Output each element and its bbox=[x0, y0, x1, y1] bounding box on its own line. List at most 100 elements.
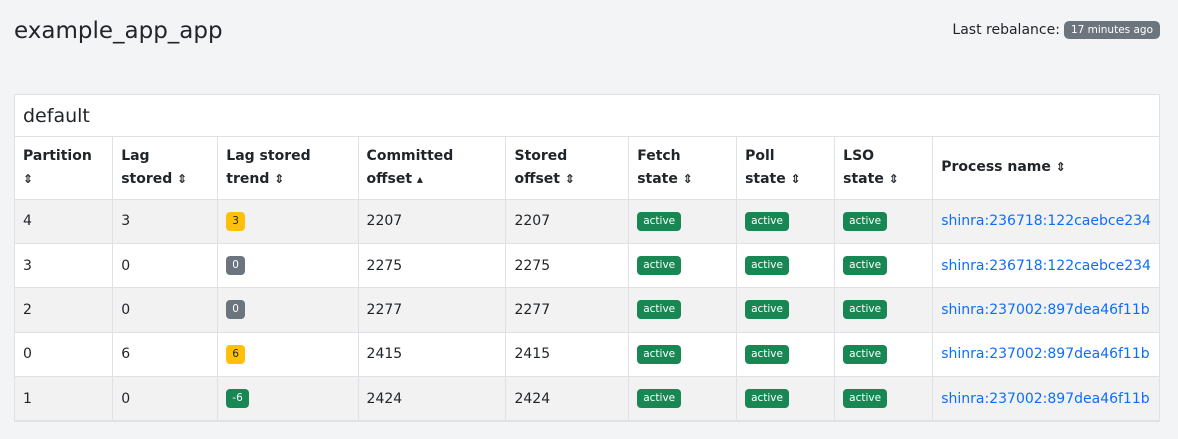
lag-trend-cell: -6 bbox=[217, 376, 359, 422]
page-title: example_app_app bbox=[14, 18, 223, 44]
column-header-label: offset bbox=[366, 170, 413, 187]
column-header-label: Fetch bbox=[637, 147, 681, 164]
column-header-poll-state[interactable]: Poll state ⇕ bbox=[736, 137, 836, 200]
column-header-label: offset bbox=[514, 170, 560, 187]
poll-state-badge: active bbox=[745, 389, 789, 409]
fetch-state-cell: active bbox=[628, 287, 738, 333]
column-header-fetch-state[interactable]: Fetch state ⇕ bbox=[628, 137, 738, 200]
partition-cell: 2 bbox=[15, 287, 114, 333]
poll-state-badge: active bbox=[745, 300, 789, 320]
poll-state-cell: active bbox=[736, 287, 836, 333]
poll-state-cell: active bbox=[736, 332, 836, 378]
table-header-row: Partition ⇕ Lag stored ⇕ Lag stored trend ⇕ C… bbox=[15, 137, 1159, 200]
fetch-state-cell: active bbox=[628, 332, 738, 378]
poll-state-cell: active bbox=[736, 243, 836, 289]
rebalance-time-badge: 17 minutes ago bbox=[1063, 21, 1160, 39]
column-header-label: Stored bbox=[514, 147, 568, 164]
lso-state-cell: active bbox=[834, 199, 934, 244]
sort-icon[interactable]: ⇕ bbox=[23, 172, 33, 186]
fetch-state-badge: active bbox=[637, 300, 682, 320]
process-name-cell: shinra:236718:122caebce234 bbox=[932, 243, 1159, 289]
table-body: 4 3 3 2207 2207 active active active shinra:2367… bbox=[15, 199, 1159, 422]
fetch-state-cell: active bbox=[628, 376, 738, 422]
lag-trend-cell: 0 bbox=[217, 287, 359, 333]
partition-cell: 0 bbox=[15, 332, 114, 378]
column-header-label: Lag stored bbox=[226, 147, 311, 164]
column-header-label: state bbox=[843, 170, 884, 187]
lso-state-cell: active bbox=[834, 332, 934, 378]
lso-state-badge: active bbox=[843, 300, 888, 320]
lag-trend-cell: 6 bbox=[217, 332, 359, 378]
column-header-lag-stored[interactable]: Lag stored ⇕ bbox=[112, 137, 219, 200]
column-header-lag-stored-trend[interactable]: Lag stored trend ⇕ bbox=[217, 137, 359, 200]
sort-icon[interactable]: ▴ bbox=[417, 172, 423, 186]
last-rebalance-label: Last rebalance: bbox=[952, 22, 1060, 38]
column-header-committed-offset[interactable]: Committed offset ▴ bbox=[358, 137, 507, 200]
sort-icon[interactable]: ⇕ bbox=[889, 172, 899, 186]
table-row: 4 3 3 2207 2207 active active active shinra:2367… bbox=[15, 199, 1159, 244]
process-name-cell: shinra:236718:122caebce234 bbox=[932, 199, 1159, 244]
process-name-cell: shinra:237002:897dea46f11b bbox=[932, 332, 1159, 378]
fetch-state-cell: active bbox=[628, 243, 738, 289]
sort-icon[interactable]: ⇕ bbox=[791, 172, 801, 186]
lso-state-badge: active bbox=[843, 389, 888, 409]
column-header-stored-offset[interactable]: Stored offset ⇕ bbox=[505, 137, 630, 200]
sort-icon[interactable]: ⇕ bbox=[683, 172, 693, 186]
process-name-link[interactable]: shinra:237002:897dea46f11b bbox=[941, 302, 1149, 318]
column-header-partition[interactable]: Partition ⇕ bbox=[15, 137, 114, 200]
committed-offset-cell: 2277 bbox=[358, 287, 507, 333]
lag-trend-badge: 0 bbox=[226, 256, 245, 276]
table-row: 3 0 0 2275 2275 active active active shinra:2367… bbox=[15, 243, 1159, 289]
lag-stored-cell: 0 bbox=[112, 243, 219, 289]
lso-state-badge: active bbox=[843, 256, 888, 276]
column-header-label: Poll bbox=[745, 147, 775, 164]
column-header-lso-state[interactable]: LSO state ⇕ bbox=[834, 137, 934, 200]
partition-cell: 3 bbox=[15, 243, 114, 289]
lag-stored-cell: 0 bbox=[112, 376, 219, 422]
sort-icon[interactable]: ⇕ bbox=[565, 172, 575, 186]
fetch-state-cell: active bbox=[628, 199, 738, 244]
table-row: 1 0 -6 2424 2424 active active active shinra:237… bbox=[15, 376, 1159, 422]
table-row: 2 0 0 2277 2277 active active active shinra:2370… bbox=[15, 287, 1159, 333]
lso-state-cell: active bbox=[834, 287, 934, 333]
process-name-link[interactable]: shinra:236718:122caebce234 bbox=[941, 258, 1151, 274]
column-header-label: Lag bbox=[121, 147, 150, 164]
lso-state-badge: active bbox=[843, 211, 888, 231]
committed-offset-cell: 2424 bbox=[358, 376, 507, 422]
stored-offset-cell: 2207 bbox=[505, 199, 630, 244]
poll-state-cell: active bbox=[736, 199, 836, 244]
column-header-label: Committed bbox=[366, 147, 454, 164]
sort-icon[interactable]: ⇕ bbox=[177, 172, 187, 186]
lag-trend-badge: -6 bbox=[226, 389, 249, 409]
column-header-label: trend bbox=[226, 170, 270, 187]
column-header-label: Process name bbox=[941, 159, 1051, 176]
last-rebalance: Last rebalance: 17 minutes ago bbox=[952, 21, 1160, 39]
lag-trend-cell: 0 bbox=[217, 243, 359, 289]
process-name-link[interactable]: shinra:237002:897dea46f11b bbox=[941, 346, 1149, 362]
sort-icon[interactable]: ⇕ bbox=[1056, 160, 1066, 174]
fetch-state-badge: active bbox=[637, 256, 682, 276]
lag-trend-cell: 3 bbox=[217, 199, 359, 244]
partition-cell: 4 bbox=[15, 199, 114, 244]
lag-stored-cell: 6 bbox=[112, 332, 219, 378]
column-header-label: state bbox=[745, 170, 786, 187]
stored-offset-cell: 2415 bbox=[505, 332, 630, 378]
lag-stored-cell: 3 bbox=[112, 199, 219, 244]
column-header-process-name[interactable]: Process name ⇕ bbox=[932, 137, 1159, 200]
stored-offset-cell: 2275 bbox=[505, 243, 630, 289]
column-header-label: state bbox=[637, 170, 678, 187]
committed-offset-cell: 2275 bbox=[358, 243, 507, 289]
process-name-cell: shinra:237002:897dea46f11b bbox=[932, 376, 1159, 422]
lag-trend-badge: 3 bbox=[226, 211, 245, 231]
fetch-state-badge: active bbox=[637, 344, 682, 364]
poll-state-badge: active bbox=[745, 256, 789, 276]
lso-state-cell: active bbox=[834, 376, 934, 422]
process-name-link[interactable]: shinra:237002:897dea46f11b bbox=[941, 391, 1149, 407]
partition-cell: 1 bbox=[15, 376, 114, 422]
poll-state-cell: active bbox=[736, 376, 836, 422]
sort-icon[interactable]: ⇕ bbox=[274, 172, 284, 186]
card-title: default bbox=[15, 95, 1159, 137]
process-name-link[interactable]: shinra:236718:122caebce234 bbox=[941, 213, 1151, 229]
lag-stored-cell: 0 bbox=[112, 287, 219, 333]
lag-trend-badge: 6 bbox=[226, 344, 245, 364]
